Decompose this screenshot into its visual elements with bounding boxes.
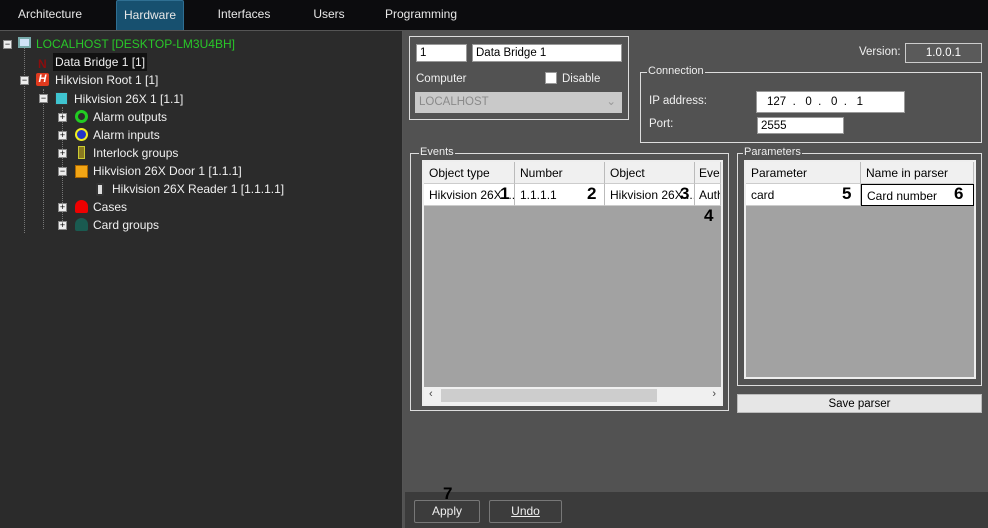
tab-architecture[interactable]: Architecture <box>6 0 94 30</box>
tab-hardware[interactable]: Hardware <box>116 0 184 30</box>
alarm-input-icon <box>75 128 88 141</box>
apply-button[interactable]: Apply <box>414 500 480 523</box>
computer-icon <box>18 37 31 48</box>
ip-address-input[interactable]: 127 . 0 . 0 . 1 <box>756 91 905 113</box>
scrollbar-thumb[interactable] <box>441 389 657 402</box>
scroll-right-icon[interactable]: › <box>712 388 716 400</box>
expand-icon[interactable]: + <box>58 149 67 158</box>
hardware-tree: − LOCALHOST [DESKTOP-LM3U4BH] N Data Bri… <box>0 30 403 528</box>
port-label: Port: <box>649 118 674 130</box>
tree-item-interlock-groups[interactable]: Interlock groups <box>93 144 178 162</box>
ip-octet: 1 <box>856 96 863 108</box>
events-table: Object type Number Object Ever Hikvision… <box>422 160 723 406</box>
disable-checkbox[interactable] <box>545 72 557 84</box>
undo-button[interactable]: Undo <box>489 500 562 523</box>
connection-title: Connection <box>647 65 705 77</box>
controller-icon <box>55 92 68 105</box>
door-icon <box>75 165 88 178</box>
tree-item-card-groups[interactable]: Card groups <box>93 216 159 234</box>
ip-octet: 0 <box>830 96 838 108</box>
expand-icon[interactable]: + <box>58 131 67 140</box>
interlock-icon <box>78 146 85 159</box>
column-header[interactable]: Object type <box>424 162 515 184</box>
cases-icon <box>75 200 88 213</box>
events-title: Events <box>419 146 455 158</box>
tree-item-hikvision-device[interactable]: Hikvision 26X 1 [1.1] <box>74 90 183 108</box>
marker-4: 4 <box>704 206 714 225</box>
column-header[interactable]: Name in parser <box>861 162 974 184</box>
version-label: Version: <box>859 46 901 58</box>
collapse-icon[interactable]: − <box>20 76 29 85</box>
table-cell[interactable]: Auth <box>695 184 721 206</box>
marker-1: 1 <box>500 184 510 203</box>
tree-item-hikvision-root[interactable]: Hikvision Root 1 [1] <box>55 71 158 89</box>
collapse-icon[interactable]: − <box>39 94 48 103</box>
version-value: 1.0.0.1 <box>905 43 982 63</box>
port-input[interactable]: 2555 <box>757 117 844 134</box>
alarm-output-icon <box>75 110 88 123</box>
marker-6: 6 <box>954 184 964 203</box>
tree-item-reader[interactable]: Hikvision 26X Reader 1 [1.1.1.1] <box>112 180 284 198</box>
save-parser-button[interactable]: Save parser <box>737 394 982 413</box>
ip-octet: 0 <box>805 96 812 108</box>
tree-item-door[interactable]: Hikvision 26X Door 1 [1.1.1] <box>93 162 242 180</box>
marker-2: 2 <box>587 184 597 203</box>
marker-3: 3 <box>680 184 690 203</box>
tab-programming[interactable]: Programming <box>380 0 462 30</box>
computer-label: Computer <box>416 73 467 85</box>
object-id-input[interactable]: 1 <box>416 44 467 62</box>
expand-icon[interactable]: + <box>58 203 67 212</box>
tree-item-cases[interactable]: Cases <box>93 198 127 216</box>
tree-item-data-bridge[interactable]: Data Bridge 1 [1] <box>53 53 148 71</box>
column-header[interactable]: Number <box>515 162 605 184</box>
tab-users[interactable]: Users <box>306 0 352 30</box>
marker-5: 5 <box>842 184 852 203</box>
expand-icon[interactable]: + <box>58 113 67 122</box>
scroll-left-icon[interactable]: ‹ <box>429 388 433 400</box>
card-groups-icon <box>75 218 88 231</box>
expand-icon[interactable]: + <box>58 221 67 230</box>
data-bridge-icon: N <box>38 57 47 71</box>
reader-icon <box>96 183 104 196</box>
column-header[interactable]: Parameter <box>746 162 861 184</box>
disable-label: Disable <box>562 73 601 85</box>
tree-item-alarm-outputs[interactable]: Alarm outputs <box>93 108 167 126</box>
ip-octet: 127 <box>767 96 787 108</box>
parameters-table: Parameter Name in parser card Card numbe… <box>744 160 976 379</box>
chevron-down-icon: ⌄ <box>606 96 616 108</box>
tab-bar: Architecture Hardware Interfaces Users P… <box>0 0 988 30</box>
tab-interfaces[interactable]: Interfaces <box>206 0 282 30</box>
tree-item-localhost[interactable]: LOCALHOST [DESKTOP-LM3U4BH] <box>36 35 235 53</box>
computer-dropdown[interactable]: LOCALHOST ⌄ <box>415 92 622 113</box>
computer-value: LOCALHOST <box>419 96 489 108</box>
tree-item-alarm-inputs[interactable]: Alarm inputs <box>93 126 160 144</box>
object-name-input[interactable]: Data Bridge 1 <box>472 44 622 62</box>
collapse-icon[interactable]: − <box>58 167 67 176</box>
parameters-title: Parameters <box>743 146 802 158</box>
column-header[interactable]: Ever <box>695 162 721 184</box>
hikvision-root-icon: H <box>36 73 49 86</box>
horizontal-scrollbar[interactable]: ‹ › <box>424 387 721 404</box>
column-header[interactable]: Object <box>605 162 695 184</box>
collapse-icon[interactable]: − <box>3 40 12 49</box>
ip-label: IP address: <box>649 95 707 107</box>
